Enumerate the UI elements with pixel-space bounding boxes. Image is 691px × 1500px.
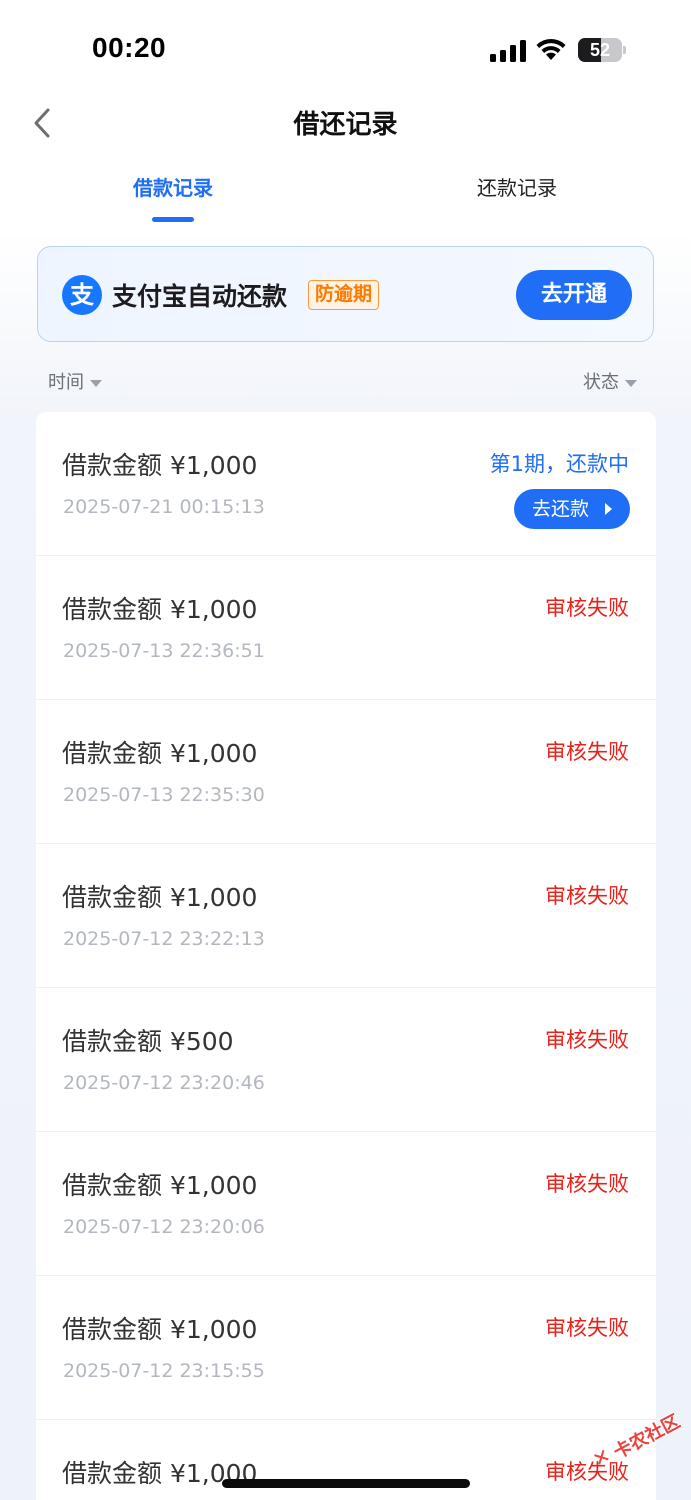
loan-timestamp: 2025-07-12 23:20:46	[63, 1072, 265, 1094]
loan-amount: 借款金额 ¥1,000	[62, 739, 258, 768]
overdue-prevention-tag: 防逾期	[308, 280, 380, 310]
repay-button[interactable]: 去还款	[514, 489, 630, 529]
wifi-icon	[536, 38, 566, 60]
alipay-autopay-banner: 支 支付宝自动还款 防逾期 去开通	[37, 246, 654, 342]
loan-record-list: 借款金额 ¥1,000 2025-07-21 00:15:13 第1期，还款中 …	[36, 412, 656, 1500]
tab-repay-records[interactable]: 还款记录	[456, 172, 578, 201]
battery-cap	[623, 46, 626, 54]
loan-amount: 借款金额 ¥1,000	[62, 883, 258, 912]
loan-timestamp: 2025-07-13 22:36:51	[63, 640, 265, 662]
home-indicator[interactable]	[222, 1479, 470, 1488]
loan-amount: 借款金额 ¥500	[62, 1027, 234, 1056]
list-item[interactable]: 借款金额 ¥1,000 2025-07-21 00:15:13 第1期，还款中 …	[36, 412, 656, 556]
time-filter-label: 时间	[48, 372, 84, 393]
alipay-logo-icon: 支	[62, 275, 102, 315]
list-item[interactable]: 借款金额 ¥1,000 2025-07-12 23:15:55 审核失败	[36, 1276, 656, 1420]
play-arrow-icon	[605, 503, 612, 515]
loan-records-screen: 00:20 52 借还记录 借款记录 还款记录 支 支付宝自动还款 防逾期 去开…	[0, 0, 691, 1500]
page-title: 借还记录	[293, 110, 398, 140]
status-badge: 审核失败	[545, 1172, 629, 1196]
status-badge: 审核失败	[545, 1316, 629, 1340]
loan-timestamp: 2025-07-12 23:22:13	[63, 928, 265, 950]
status-bar: 00:20 52	[0, 0, 691, 100]
caret-down-icon	[90, 379, 102, 387]
battery-body: 52	[578, 38, 622, 62]
watermark-text: 卡农社区	[610, 1411, 684, 1464]
battery-percent: 52	[589, 40, 611, 60]
caret-down-icon	[625, 379, 637, 387]
list-item[interactable]: 借款金额 ¥500 2025-07-12 23:20:46 审核失败	[36, 988, 656, 1132]
status-badge: 审核失败	[545, 740, 629, 764]
status-time: 00:20	[92, 32, 167, 63]
banner-title: 支付宝自动还款	[112, 282, 288, 311]
time-filter[interactable]: 时间	[48, 368, 102, 394]
list-item[interactable]: 借款金额 ¥1,000 审核失败	[36, 1420, 656, 1500]
status-badge: 审核失败	[545, 596, 629, 620]
battery-icon: 52	[578, 38, 626, 62]
cellular-signal-icon	[490, 40, 526, 62]
repay-button-label: 去还款	[532, 498, 590, 520]
status-filter-label: 状态	[583, 372, 619, 393]
list-item[interactable]: 借款金额 ¥1,000 2025-07-13 22:36:51 审核失败	[36, 556, 656, 700]
active-tab-indicator	[152, 217, 194, 222]
list-item[interactable]: 借款金额 ¥1,000 2025-07-12 23:22:13 审核失败	[36, 844, 656, 988]
status-filter[interactable]: 状态	[583, 368, 637, 394]
loan-amount: 借款金额 ¥1,000	[62, 1315, 258, 1344]
list-item[interactable]: 借款金额 ¥1,000 2025-07-12 23:20:06 审核失败	[36, 1132, 656, 1276]
loan-timestamp: 2025-07-12 23:15:55	[63, 1360, 265, 1382]
tab-borrow-records[interactable]: 借款记录	[112, 172, 234, 201]
status-badge: 审核失败	[545, 1028, 629, 1052]
status-badge: 第1期，还款中	[489, 452, 629, 476]
loan-timestamp: 2025-07-13 22:35:30	[63, 784, 265, 806]
list-item[interactable]: 借款金额 ¥1,000 2025-07-13 22:35:30 审核失败	[36, 700, 656, 844]
status-badge: 审核失败	[545, 884, 629, 908]
activate-button[interactable]: 去开通	[516, 270, 632, 320]
loan-amount: 借款金额 ¥1,000	[62, 451, 258, 480]
loan-amount: 借款金额 ¥1,000	[62, 595, 258, 624]
loan-timestamp: 2025-07-21 00:15:13	[63, 496, 265, 518]
loan-timestamp: 2025-07-12 23:20:06	[63, 1216, 265, 1238]
loan-amount: 借款金额 ¥1,000	[62, 1171, 258, 1200]
